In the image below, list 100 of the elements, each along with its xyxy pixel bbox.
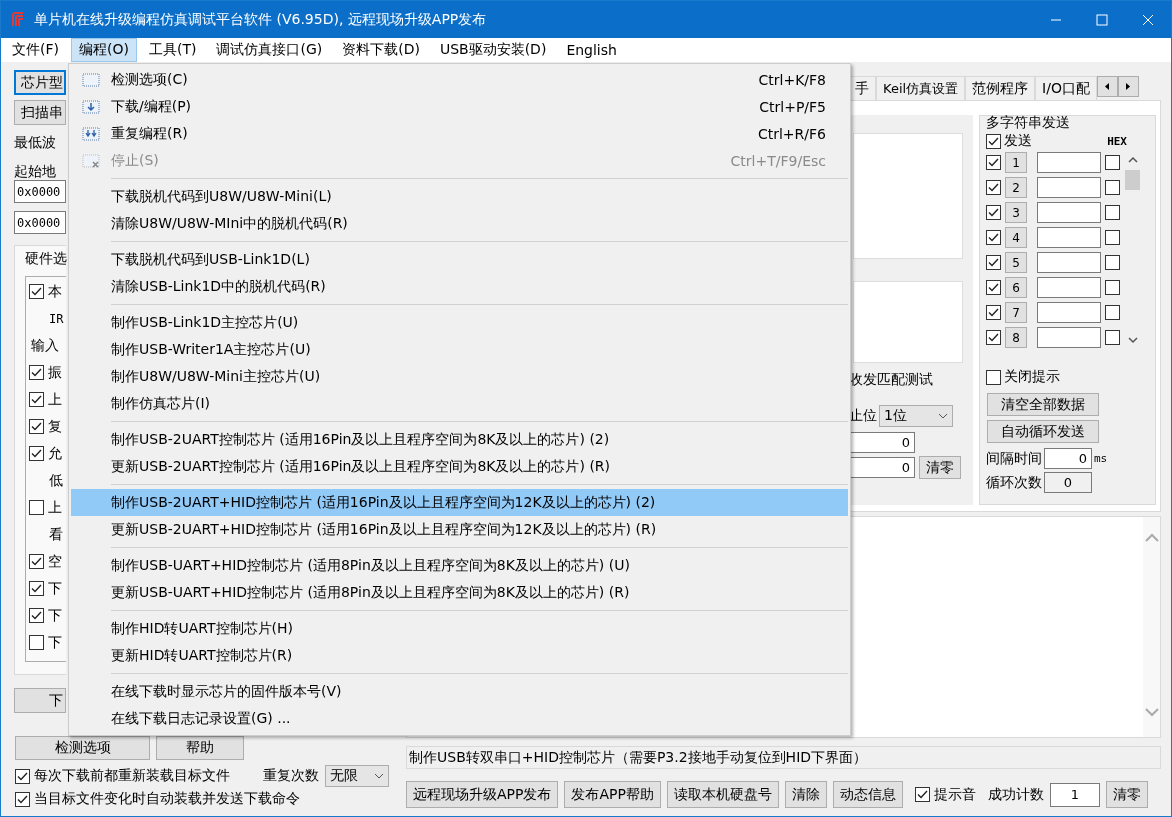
menu-option[interactable]: 更新HID转UART控制芯片(R) [71, 642, 848, 669]
checkbox[interactable] [29, 365, 44, 380]
send-number-button[interactable]: 7 [1005, 302, 1027, 323]
action-button[interactable]: 清空全部数据 [987, 393, 1099, 416]
send-number-button[interactable]: 5 [1005, 252, 1027, 273]
checkbox[interactable] [1105, 180, 1120, 195]
send-text-field[interactable] [1037, 177, 1101, 198]
loop-count-field[interactable]: 0 [1044, 472, 1092, 493]
toolbar-button[interactable]: 扫描串 [14, 100, 66, 125]
download-button[interactable]: 下 [14, 688, 66, 713]
toolbar-button[interactable]: 芯片型 [14, 70, 66, 95]
checkbox[interactable] [986, 230, 1001, 245]
checkbox[interactable] [1105, 305, 1120, 320]
menu-option[interactable]: 下载/编程(P) Ctrl+P/F5 [71, 93, 848, 120]
menu-option[interactable]: 清除USB-Link1D中的脱机代码(R) [71, 273, 848, 300]
checkbox[interactable] [986, 255, 1001, 270]
action-button[interactable]: 自动循环发送 [987, 420, 1099, 443]
send-text-field[interactable] [1037, 327, 1101, 348]
send-text-field[interactable] [1037, 152, 1101, 173]
send-text-field[interactable] [1037, 252, 1101, 273]
checkbox[interactable] [1105, 205, 1120, 220]
send-text-field[interactable] [1037, 227, 1101, 248]
menu-option[interactable]: 制作U8W/U8W-Mini主控芯片(U) [71, 363, 848, 390]
checkbox[interactable] [1105, 330, 1120, 345]
checkbox[interactable] [986, 280, 1001, 295]
menu-item[interactable]: USB驱动安装(D) [431, 38, 555, 62]
checkbox[interactable] [986, 205, 1001, 220]
checkbox[interactable] [29, 500, 44, 515]
menu-item[interactable]: 资料下载(D) [334, 38, 428, 62]
send-number-button[interactable]: 8 [1005, 327, 1027, 348]
checkbox[interactable] [29, 419, 44, 434]
checkbox[interactable] [986, 180, 1001, 195]
menu-option[interactable]: 检测选项(C) Ctrl+K/F8 [71, 66, 848, 93]
checkbox[interactable] [1105, 280, 1120, 295]
scroll-right-button[interactable] [1118, 76, 1139, 97]
checkbox[interactable] [29, 635, 44, 650]
scroll-left-button[interactable] [1097, 76, 1118, 97]
menu-option[interactable]: 更新USB-2UART控制芯片 (适用16Pin及以上且程序空间为8K及以上的芯片) (R) [71, 453, 848, 480]
menu-option[interactable]: 制作USB-Link1D主控芯片(U) [71, 309, 848, 336]
menu-item[interactable]: English [558, 39, 625, 61]
checkbox[interactable] [1105, 155, 1120, 170]
counter-field[interactable]: 0 [849, 457, 915, 478]
menu-option[interactable]: 重复编程(R) Ctrl+R/F6 [71, 120, 848, 147]
checkbox[interactable] [986, 133, 1001, 149]
checkbox[interactable] [15, 791, 30, 807]
checkbox[interactable] [986, 369, 1001, 385]
stop-bits-dropdown[interactable]: 1位 [879, 405, 953, 427]
menu-option[interactable]: 更新USB-2UART+HID控制芯片 (适用16Pin及以上且程序空间为12K及以上的芯片) (R) [71, 516, 848, 543]
action-button[interactable]: 动态信息 [832, 781, 903, 808]
success-count-field[interactable]: 1 [1049, 782, 1100, 807]
action-button[interactable]: 读取本机硬盘号 [666, 781, 779, 808]
menu-option[interactable]: 制作仿真芯片(I) [71, 390, 848, 417]
menu-option[interactable]: 制作USB-2UART控制芯片 (适用16Pin及以上且程序空间为8K及以上的芯片) (2) [71, 426, 848, 453]
menu-option[interactable]: 制作USB-UART+HID控制芯片 (适用8Pin及以上且程序空间为8K及以上的芯片) (U) [71, 552, 848, 579]
menu-option[interactable]: 制作USB-Writer1A主控芯片(U) [71, 336, 848, 363]
menu-option[interactable]: 清除U8W/U8W-MIni中的脱机代码(R) [71, 210, 848, 237]
check-options-button[interactable]: 检测选项 [15, 736, 150, 760]
checkbox[interactable] [15, 768, 30, 784]
menu-item[interactable]: 工具(T) [140, 38, 205, 62]
menu-option[interactable]: 制作HID转UART控制芯片(H) [71, 615, 848, 642]
menu-option[interactable]: 下载脱机代码到USB-Link1D(L) [71, 246, 848, 273]
checkbox[interactable] [1105, 230, 1120, 245]
tab[interactable]: Keil仿真设置 [876, 76, 966, 100]
checkbox[interactable] [29, 608, 44, 623]
checkbox[interactable] [29, 392, 44, 407]
menu-item[interactable]: 调试仿真接口(G) [208, 38, 331, 62]
checkbox[interactable] [29, 284, 44, 299]
checkbox[interactable] [986, 155, 1001, 170]
address-field[interactable]: 0x0000 [14, 211, 66, 234]
checkbox[interactable] [986, 330, 1001, 345]
checkbox[interactable] [1105, 255, 1120, 270]
send-number-button[interactable]: 6 [1005, 277, 1027, 298]
hardware-tab[interactable]: 硬件选 [25, 250, 66, 268]
counter-field[interactable]: 0 [849, 432, 915, 453]
repeat-dropdown[interactable]: 无限 [325, 765, 389, 787]
send-number-button[interactable]: 4 [1005, 227, 1027, 248]
menu-item[interactable]: 文件(F) [4, 38, 67, 62]
reset-button[interactable]: 清零 [1105, 781, 1148, 808]
checkbox[interactable] [29, 446, 44, 461]
send-text-field[interactable] [1037, 277, 1101, 298]
menu-option[interactable]: 制作USB-2UART+HID控制芯片 (适用16Pin及以上且程序空间为12K及以上的芯片) (2) [71, 489, 848, 516]
clear-button[interactable]: 清零 [919, 456, 961, 479]
send-number-button[interactable]: 1 [1005, 152, 1027, 173]
menu-option[interactable]: 更新USB-UART+HID控制芯片 (适用8Pin及以上且程序空间为8K及以上的芯片) (R) [71, 579, 848, 606]
send-number-button[interactable]: 2 [1005, 177, 1027, 198]
action-button[interactable]: 清除 [784, 781, 827, 808]
menu-item[interactable]: 编程(O) [71, 38, 137, 62]
menu-option[interactable]: 在线下载时显示芯片的固件版本号(V) [71, 678, 848, 705]
checkbox[interactable] [986, 305, 1001, 320]
address-field[interactable]: 0x0000 [14, 180, 66, 203]
tab[interactable]: I/O口配 [1035, 76, 1097, 100]
tab[interactable]: 范例程序 [965, 76, 1036, 100]
send-text-field[interactable] [1037, 202, 1101, 223]
scroll-thumb[interactable] [1125, 170, 1140, 190]
checkbox[interactable] [29, 581, 44, 596]
send-number-button[interactable]: 3 [1005, 202, 1027, 223]
menu-option[interactable]: 在线下载日志记录设置(G) ... [71, 705, 848, 732]
send-text-field[interactable] [1037, 302, 1101, 323]
interval-field[interactable]: 0 [1044, 448, 1092, 469]
checkbox[interactable] [29, 554, 44, 569]
